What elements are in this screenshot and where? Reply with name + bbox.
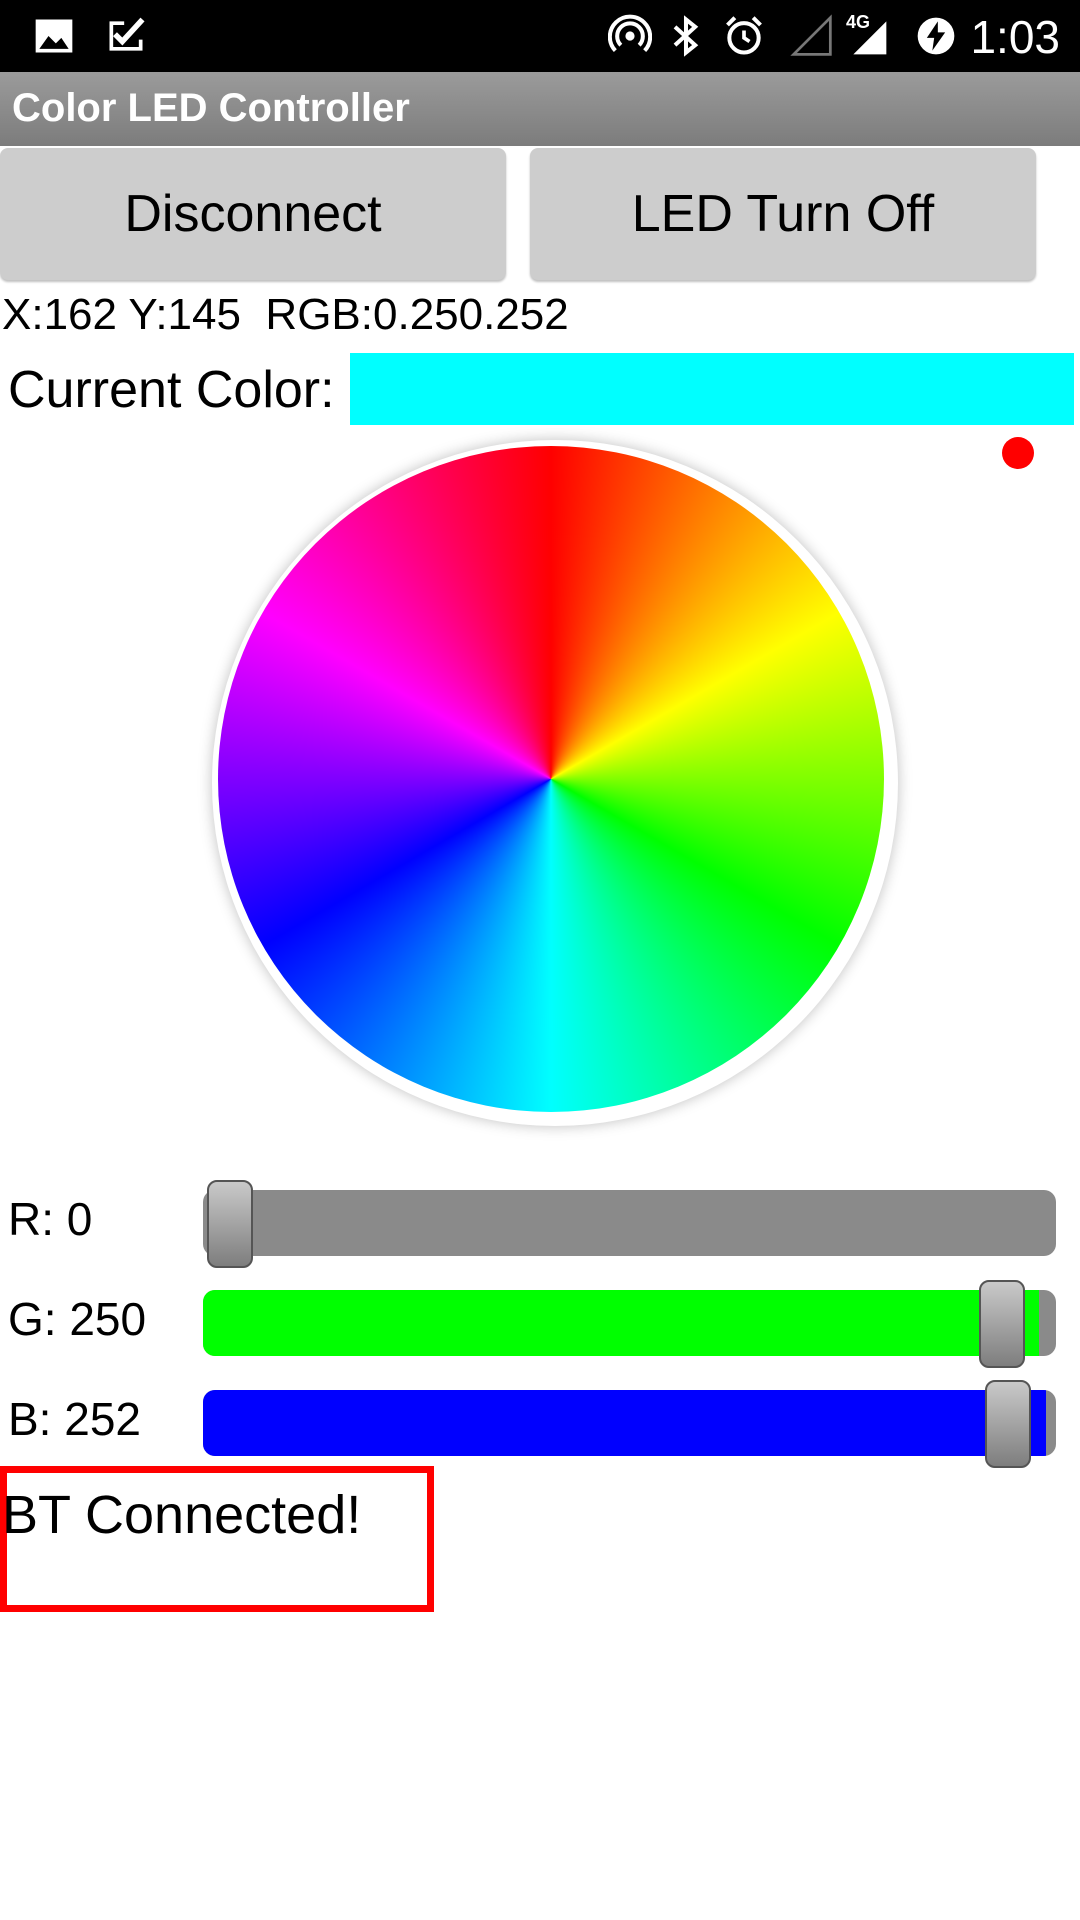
green-slider-track[interactable] bbox=[203, 1290, 1056, 1356]
connection-indicator-dot bbox=[1002, 437, 1034, 469]
bt-status-text: BT Connected! bbox=[2, 1485, 362, 1545]
green-slider-thumb[interactable] bbox=[978, 1280, 1025, 1368]
blue-slider-track[interactable] bbox=[203, 1390, 1056, 1456]
green-slider-fill bbox=[203, 1290, 1040, 1356]
red-slider-thumb[interactable] bbox=[207, 1180, 253, 1268]
blue-slider-fill bbox=[203, 1390, 1046, 1456]
alarm-icon bbox=[726, 16, 762, 55]
signal-icon bbox=[790, 14, 832, 56]
status-bar: 4G 1:03 bbox=[0, 0, 1080, 72]
blue-slider-thumb[interactable] bbox=[984, 1380, 1031, 1468]
clock-time: 1:03 bbox=[970, 11, 1060, 63]
app-title: Color LED Controller bbox=[12, 86, 410, 130]
red-slider-label: R: 0 bbox=[8, 1193, 93, 1245]
disconnect-button[interactable]: Disconnect bbox=[0, 148, 506, 280]
green-slider-label: G: 250 bbox=[8, 1293, 147, 1345]
coordinate-rgb-readout: X:162 Y:145 RGB:0.250.252 bbox=[2, 290, 569, 339]
color-wheel-frame bbox=[212, 440, 898, 1126]
check-task-icon bbox=[109, 17, 145, 51]
current-color-label: Current Color: bbox=[8, 361, 335, 419]
image-icon bbox=[35, 19, 73, 53]
battery-charging-icon bbox=[917, 17, 955, 55]
app-title-bar: Color LED Controller bbox=[0, 72, 1080, 146]
red-slider-track[interactable] bbox=[203, 1190, 1056, 1256]
network-4g-icon bbox=[853, 21, 887, 55]
blue-slider-label: B: 252 bbox=[8, 1393, 141, 1445]
current-color-swatch bbox=[350, 353, 1074, 425]
hotspot-icon bbox=[608, 14, 652, 53]
bluetooth-icon bbox=[673, 15, 699, 57]
led-turn-off-button[interactable]: LED Turn Off bbox=[530, 148, 1036, 280]
color-wheel[interactable] bbox=[218, 446, 884, 1112]
